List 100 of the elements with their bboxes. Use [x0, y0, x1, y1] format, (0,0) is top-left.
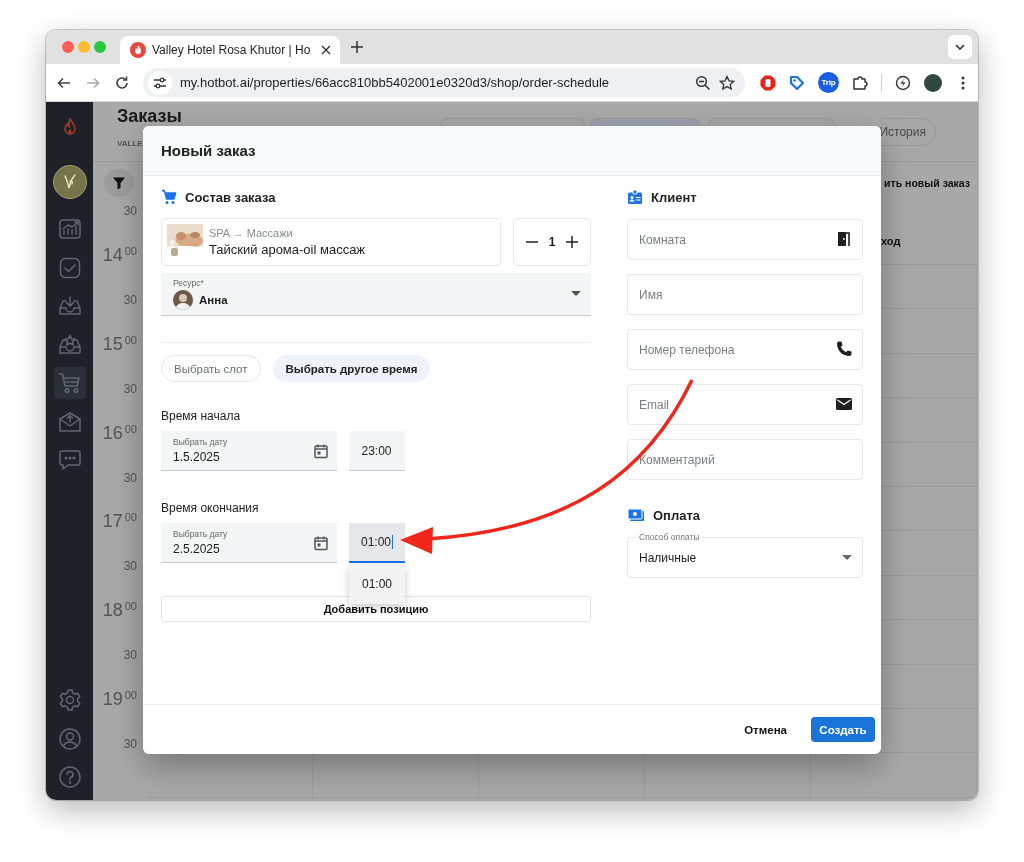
time-field[interactable]: 23:00 — [349, 431, 405, 471]
time-label: 30 — [123, 648, 137, 663]
pill-button[interactable]: Выбрать другое время — [272, 355, 431, 382]
avatar[interactable] — [52, 165, 87, 199]
chevron-down-icon — [954, 41, 966, 53]
floating-label: Ресурс* — [173, 278, 204, 288]
date-field[interactable]: Выбрать дату 2.5.2025 — [161, 523, 337, 563]
phone-icon — [835, 340, 853, 358]
select-field[interactable]: Ресурс* Анна — [161, 273, 591, 316]
cash-icon — [627, 507, 645, 523]
breadcrumb: SPA → Массажи — [209, 227, 294, 239]
cancel-button[interactable]: Отмена — [742, 719, 789, 740]
field-value: Наличные — [639, 550, 698, 565]
pill-button[interactable]: Выбрать слот — [161, 355, 261, 382]
cart-icon — [57, 371, 82, 395]
time-field[interactable]: 01:00 — [349, 523, 405, 563]
zoom-out-icon[interactable] — [695, 74, 711, 91]
field-group-label: Время окончания — [161, 501, 260, 515]
page-subtitle: VALLE — [117, 139, 143, 148]
filter-button[interactable] — [104, 169, 134, 197]
time-label: 30 — [123, 204, 137, 219]
input-field[interactable]: Номер телефона — [627, 329, 863, 370]
button-text[interactable]: ить новый заказ — [884, 177, 970, 191]
new-tab-icon[interactable] — [350, 40, 364, 54]
checkbox-icon — [57, 255, 82, 280]
close-window-button[interactable] — [62, 41, 74, 53]
door-icon — [835, 230, 853, 248]
quantity-stepper[interactable]: 1 — [513, 218, 591, 266]
sidebar-button[interactable] — [53, 367, 86, 399]
caret-icon — [842, 554, 852, 561]
time-label: 14$^{00}$ — [102, 245, 137, 267]
chart-icon — [57, 217, 82, 241]
inbox-star-icon — [57, 332, 82, 357]
plus-icon[interactable] — [565, 235, 580, 249]
page-title: Заказы — [117, 106, 182, 126]
time-label: 30 — [123, 292, 137, 307]
address-bar[interactable]: my.hotbot.ai/properties/66acc810bb5402001e0320d3/shop/order-schedule — [143, 67, 745, 98]
field-value: 01:00 — [361, 535, 393, 549]
dialog-title: Новый заказ — [161, 142, 256, 159]
extension-button[interactable]: Trip — [818, 72, 839, 93]
browser-tab[interactable]: Valley Hotel Rosa Khutor | Ho — [120, 36, 340, 64]
dropdown-option[interactable]: 01:00 — [349, 564, 405, 604]
time-label: 30 — [123, 559, 137, 574]
floating-label: Выбрать дату — [173, 437, 228, 447]
tab-list-button[interactable] — [948, 35, 972, 59]
inbox-icon — [57, 294, 82, 318]
time-label: 15$^{00}$ — [102, 333, 137, 355]
flame-icon — [130, 42, 146, 58]
calendar-icon[interactable] — [313, 534, 329, 551]
caret-icon — [571, 291, 581, 297]
field-value: Анна — [199, 294, 229, 306]
input-field[interactable]: Email — [627, 384, 863, 425]
time-label: 18$^{00}$ — [102, 600, 137, 622]
filter-icon — [112, 176, 126, 190]
stop-sign-icon[interactable] — [760, 74, 776, 91]
section-heading: Состав заказа — [185, 189, 276, 205]
input-field[interactable]: Комментарий — [627, 439, 863, 480]
avatar[interactable] — [924, 73, 942, 92]
time-label: 16$^{00}$ — [102, 422, 137, 444]
section-heading: Оплата — [653, 507, 701, 523]
floating-label: Способ оплаты — [636, 532, 703, 542]
calendar-icon[interactable] — [313, 442, 329, 459]
input-field[interactable]: Комната — [627, 219, 863, 260]
column-header: ход — [881, 235, 901, 247]
star-icon[interactable] — [719, 74, 735, 91]
time-label: 17$^{00}$ — [102, 511, 137, 533]
field-value: 1.5.2025 — [173, 450, 221, 464]
url-text: my.hotbot.ai/properties/66acc810bb5402001e0320d3/shop/order-schedule — [180, 75, 611, 90]
time-label: 30 — [123, 470, 137, 485]
quantity-value: 1 — [548, 235, 556, 249]
close-icon[interactable] — [320, 44, 332, 56]
cart-icon — [161, 189, 177, 205]
help-icon — [57, 765, 82, 789]
avatar — [173, 290, 193, 310]
field-value: 23:00 — [361, 443, 393, 458]
time-label: 30 — [123, 736, 137, 751]
bolt-icon[interactable] — [895, 74, 911, 91]
field-group-label: Время начала — [161, 409, 242, 423]
create-button[interactable]: Создать — [811, 717, 875, 742]
date-field[interactable]: Выбрать дату 1.5.2025 — [161, 431, 337, 471]
id-badge-icon — [627, 189, 643, 205]
puzzle-icon[interactable] — [852, 74, 868, 91]
input-field[interactable]: Имя — [627, 274, 863, 315]
tag-icon[interactable] — [789, 74, 805, 91]
add-item-button[interactable]: Добавить позицию — [161, 596, 591, 622]
floating-label: Выбрать дату — [173, 529, 228, 539]
mail-icon — [835, 395, 853, 413]
settings-icon — [57, 688, 82, 712]
envelope-icon — [57, 409, 82, 434]
user-icon — [57, 726, 82, 751]
item-name: Тайский арома-oil массаж — [209, 242, 366, 257]
site-info-button[interactable] — [148, 70, 172, 95]
reload-icon[interactable] — [114, 74, 130, 91]
field-value: 2.5.2025 — [173, 542, 221, 556]
section-heading: Клиент — [651, 189, 697, 205]
tab-title: Valley Hotel Rosa Khutor | Ho — [152, 43, 312, 57]
sliders-icon — [153, 75, 167, 90]
time-label: 19$^{00}$ — [102, 689, 137, 710]
chat-icon — [57, 448, 82, 472]
time-label: 30 — [123, 381, 137, 396]
